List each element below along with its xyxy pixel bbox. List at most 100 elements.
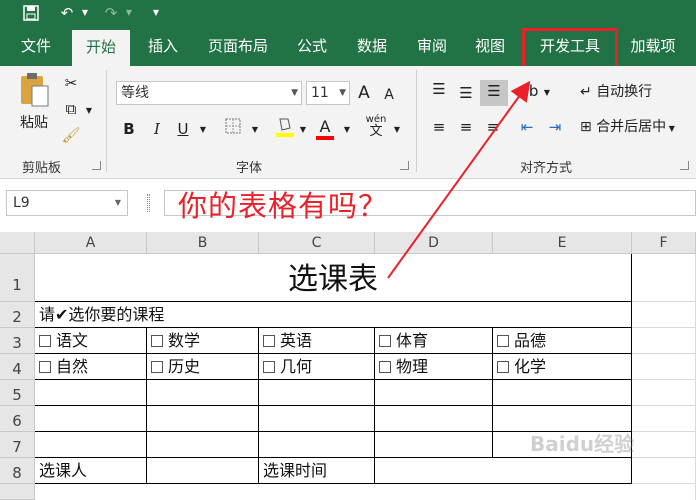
grow-font-button[interactable]: A	[354, 82, 374, 104]
column-header-b[interactable]: B	[147, 232, 259, 254]
clipboard-launcher-icon[interactable]	[92, 161, 101, 170]
phonetic-dropdown-icon[interactable]: ▼	[392, 119, 402, 141]
checkbox-icon[interactable]	[497, 335, 509, 347]
empty-cell[interactable]	[375, 380, 493, 406]
checkbox-icon[interactable]	[263, 361, 275, 373]
font-color-dropdown-icon[interactable]: ▼	[342, 119, 352, 141]
fill-color-icon[interactable]	[274, 116, 296, 144]
checkbox-icon[interactable]	[39, 361, 51, 373]
undo-icon[interactable]: ↶	[56, 3, 78, 23]
tab-page-layout[interactable]: 页面布局	[200, 26, 276, 66]
align-middle-icon[interactable]: ☰	[455, 82, 477, 104]
cell-f3[interactable]	[632, 328, 696, 354]
empty-cell[interactable]	[632, 432, 696, 458]
empty-cell[interactable]	[35, 380, 147, 406]
checkbox-icon[interactable]	[379, 335, 391, 347]
course-cell[interactable]: 自然	[35, 354, 147, 380]
bold-button[interactable]: B	[118, 118, 140, 140]
row-header-7[interactable]: 7	[0, 432, 35, 458]
empty-cell[interactable]	[493, 380, 632, 406]
empty-cell[interactable]	[259, 406, 375, 432]
checkbox-icon[interactable]	[151, 335, 163, 347]
shrink-font-button[interactable]: A	[380, 84, 398, 106]
underline-button[interactable]: U	[172, 118, 194, 140]
row-header-8[interactable]: 8	[0, 458, 35, 484]
column-header-e[interactable]: E	[493, 232, 632, 254]
wrap-text-button[interactable]: ↵ 自动换行	[580, 81, 690, 103]
course-cell[interactable]: 数学	[147, 328, 259, 354]
checkbox-icon[interactable]	[379, 361, 391, 373]
align-right-icon[interactable]: ≡	[482, 116, 504, 138]
empty-cell[interactable]	[147, 380, 259, 406]
italic-button[interactable]: I	[146, 118, 168, 140]
row-header-1[interactable]: 1	[0, 254, 35, 302]
student-label-cell[interactable]: 选课人	[35, 458, 147, 484]
instruction-cell[interactable]: 请✔选你要的课程	[35, 302, 632, 328]
tab-view[interactable]: 视图	[466, 26, 514, 66]
tab-insert[interactable]: 插入	[138, 26, 188, 66]
checkbox-icon[interactable]	[263, 335, 275, 347]
paste-button[interactable]: 粘贴	[12, 72, 56, 132]
empty-cell[interactable]	[632, 406, 696, 432]
formula-bar-splitter[interactable]	[147, 194, 150, 212]
tab-home[interactable]: 开始	[72, 30, 130, 66]
checkbox-icon[interactable]	[151, 361, 163, 373]
empty-cell[interactable]	[632, 380, 696, 406]
align-top-icon[interactable]: ☰	[428, 78, 450, 100]
row-header-4[interactable]: 4	[0, 354, 35, 380]
course-cell[interactable]: 物理	[375, 354, 493, 380]
tab-file[interactable]: 文件	[10, 26, 62, 66]
empty-cell[interactable]	[632, 458, 696, 484]
undo-dropdown-icon[interactable]: ▼	[80, 3, 90, 23]
orientation-icon[interactable]: ab	[518, 80, 540, 102]
border-dropdown-icon[interactable]: ▼	[250, 119, 260, 141]
empty-cell[interactable]	[35, 432, 147, 458]
column-header-f[interactable]: F	[632, 232, 696, 254]
title-cell[interactable]: 选课表	[35, 254, 632, 302]
tab-formulas[interactable]: 公式	[288, 26, 336, 66]
align-bottom-icon[interactable]: ☰	[480, 80, 508, 106]
fill-color-dropdown-icon[interactable]: ▼	[298, 119, 308, 141]
empty-cell[interactable]	[147, 432, 259, 458]
checkbox-icon[interactable]	[497, 361, 509, 373]
orientation-dropdown-icon[interactable]: ▼	[542, 82, 552, 104]
increase-indent-icon[interactable]: ⇥	[544, 116, 566, 138]
course-cell[interactable]: 英语	[259, 328, 375, 354]
cell-f4[interactable]	[632, 354, 696, 380]
column-header-c[interactable]: C	[259, 232, 375, 254]
course-cell[interactable]: 历史	[147, 354, 259, 380]
font-name-combo[interactable]: 等线 ▼	[116, 81, 302, 105]
align-center-icon[interactable]: ≡	[455, 116, 477, 138]
column-header-a[interactable]: A	[35, 232, 147, 254]
course-cell[interactable]: 体育	[375, 328, 493, 354]
copy-dropdown-icon[interactable]: ▼	[84, 100, 94, 122]
time-value-cell[interactable]	[375, 458, 632, 484]
empty-cell[interactable]	[375, 432, 493, 458]
row-header-9[interactable]	[0, 484, 35, 500]
empty-cell[interactable]	[375, 406, 493, 432]
redo-icon[interactable]: ↷	[100, 3, 122, 23]
save-icon[interactable]	[20, 3, 42, 23]
alignment-launcher-icon[interactable]	[680, 161, 689, 170]
decrease-indent-icon[interactable]: ⇤	[516, 116, 538, 138]
row-header-5[interactable]: 5	[0, 380, 35, 406]
course-cell[interactable]: 几何	[259, 354, 375, 380]
select-all-corner[interactable]	[0, 232, 35, 254]
align-left-icon[interactable]: ≡	[428, 116, 450, 138]
format-painter-icon[interactable]: 🖌	[60, 124, 82, 146]
name-box[interactable]: L9 ▼	[6, 190, 128, 216]
copy-icon[interactable]: ⧉	[60, 98, 82, 120]
underline-dropdown-icon[interactable]: ▼	[198, 119, 208, 141]
course-cell[interactable]: 化学	[493, 354, 632, 380]
row-header-2[interactable]: 2	[0, 302, 35, 328]
tab-review[interactable]: 审阅	[408, 26, 456, 66]
font-size-combo[interactable]: 11 ▼	[306, 81, 350, 105]
font-color-icon[interactable]: A	[314, 116, 336, 140]
empty-cell[interactable]	[259, 432, 375, 458]
tab-data[interactable]: 数据	[348, 26, 396, 66]
redo-dropdown-icon[interactable]: ▼	[124, 3, 134, 23]
font-launcher-icon[interactable]	[400, 161, 409, 170]
phonetic-icon[interactable]: wén 文	[364, 114, 388, 139]
cut-icon[interactable]: ✂	[60, 72, 82, 94]
cell-f2[interactable]	[632, 302, 696, 328]
